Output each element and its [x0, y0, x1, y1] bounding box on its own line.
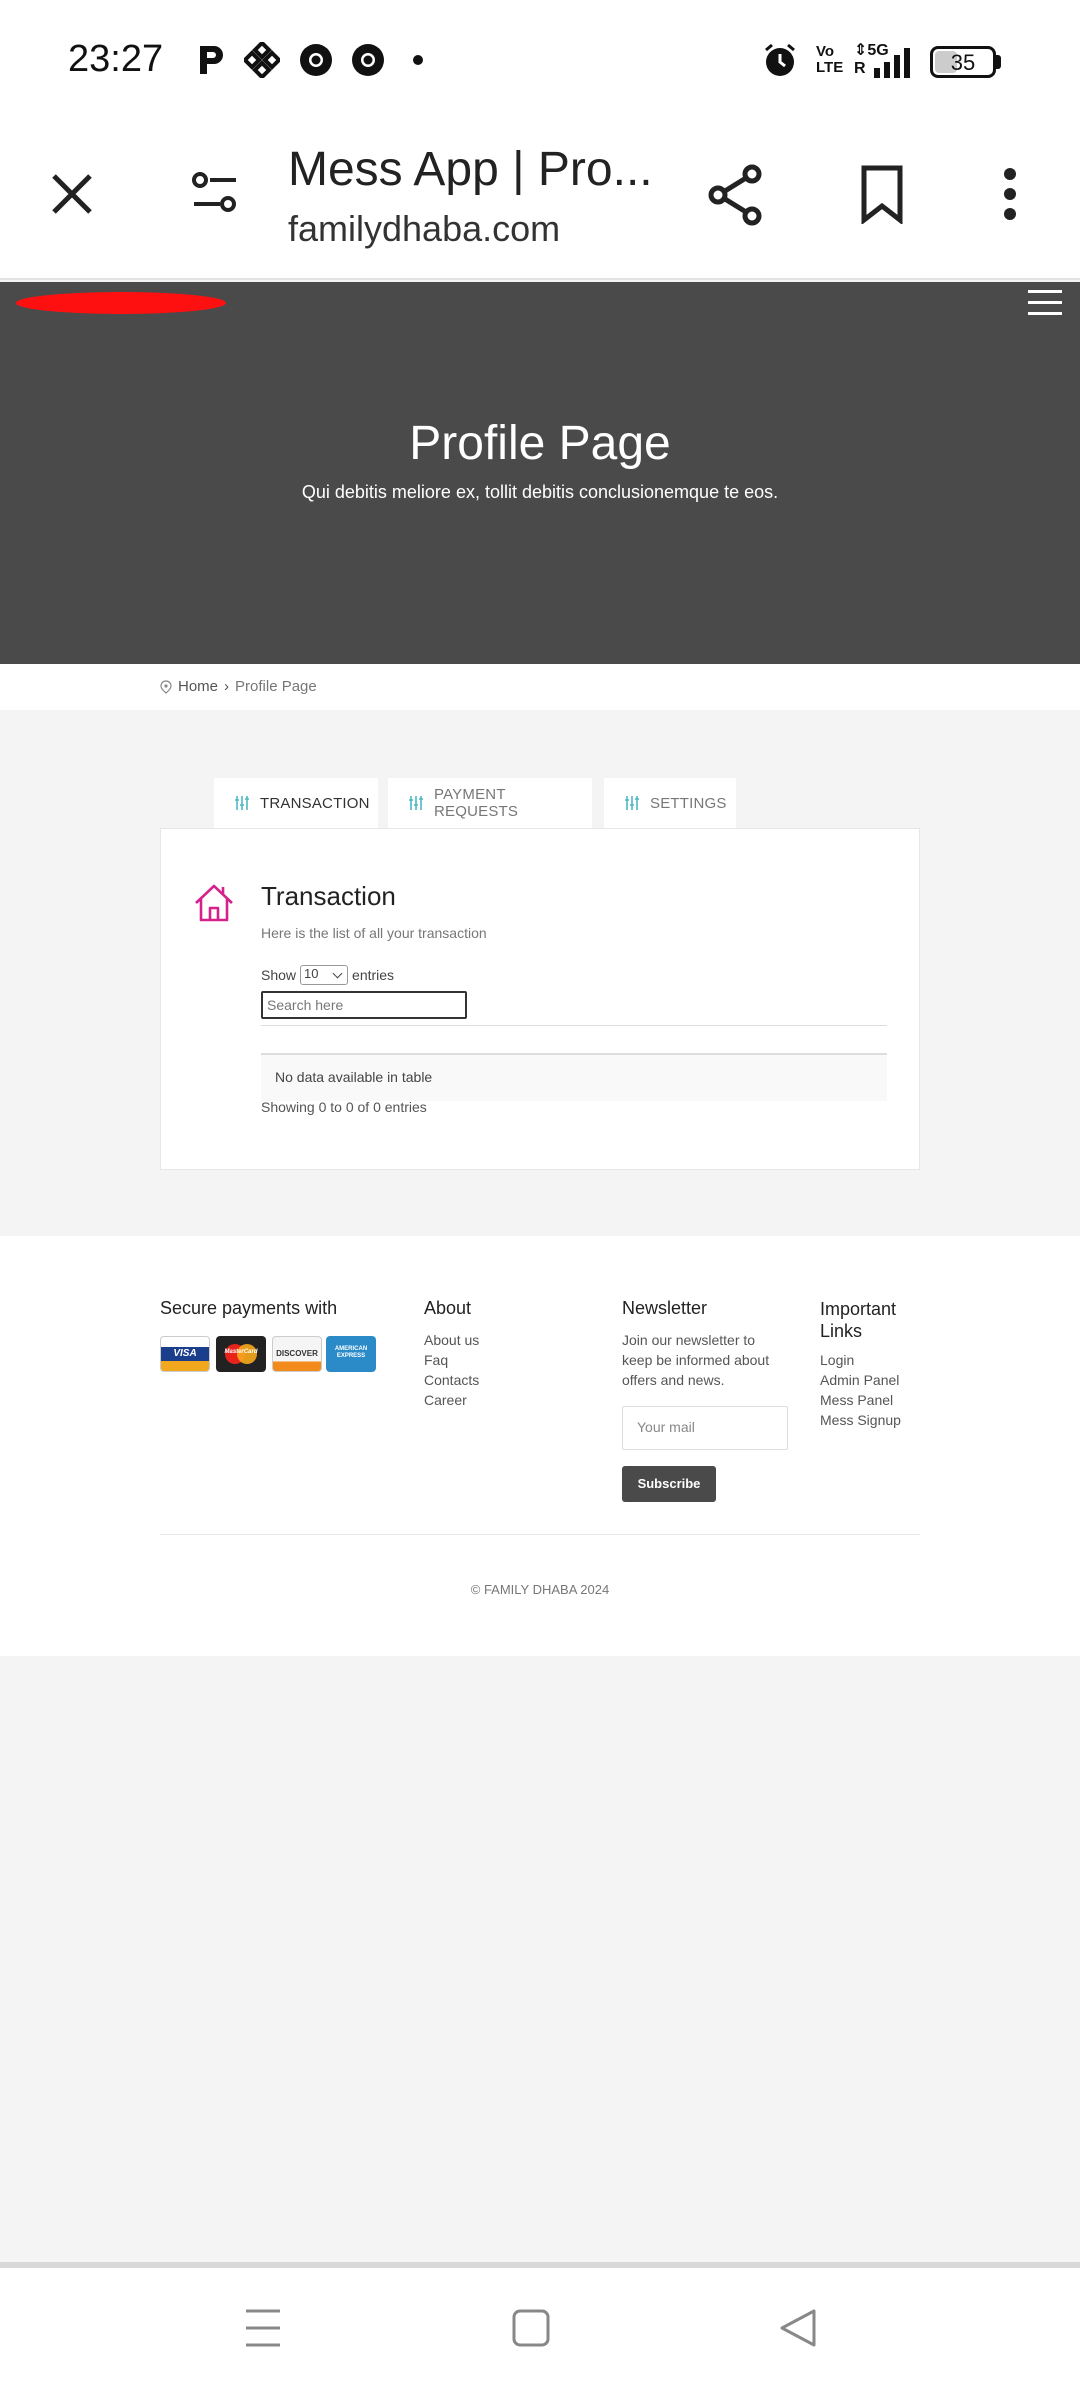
- mess-panel-link[interactable]: Mess Panel: [820, 1390, 901, 1410]
- section-subtitle: Here is the list of all your transaction: [261, 925, 487, 941]
- newsletter-heading: Newsletter: [622, 1298, 708, 1318]
- location-pin-icon: [160, 679, 172, 694]
- hero-subtitle: Qui debitis meliore ex, tollit debitis c…: [301, 482, 779, 502]
- payments-heading: Secure payments with: [160, 1298, 338, 1318]
- about-us-link[interactable]: About us: [424, 1330, 479, 1350]
- hamburger-menu-icon[interactable]: [1028, 290, 1062, 318]
- amex-card-icon: AMERICAN EXPRESS: [326, 1336, 376, 1372]
- app-notification-icon: [244, 42, 280, 78]
- show-label: Show: [261, 967, 297, 983]
- footer-divider: [160, 1534, 920, 1535]
- hero-banner: Profile Page Qui debitis meliore ex, tol…: [0, 282, 1080, 664]
- subscribe-button[interactable]: Subscribe: [622, 1466, 716, 1502]
- entries-select[interactable]: 10: [300, 965, 349, 985]
- important-links-heading: Important Links: [820, 1298, 896, 1342]
- volte-label-bottom: LTE: [816, 59, 844, 76]
- chrome-icon-2: [352, 44, 384, 76]
- transaction-panel: Transaction Here is the list of all your…: [160, 828, 920, 1170]
- about-heading: About: [424, 1298, 472, 1318]
- breadcrumb-home-link[interactable]: Home: [178, 678, 218, 695]
- volte-indicator: Vo LTE: [816, 44, 843, 76]
- mastercard-icon: MasterCard: [216, 1336, 266, 1372]
- table-info: Showing 0 to 0 of 0 entries: [261, 1099, 427, 1115]
- tab-payment-requests[interactable]: PAYMENT REQUESTS: [388, 778, 592, 828]
- sliders-icon: [625, 796, 639, 810]
- chrome-icon: [300, 44, 332, 76]
- search-input[interactable]: Search here: [261, 991, 467, 1019]
- admin-panel-link[interactable]: Admin Panel: [820, 1370, 901, 1390]
- important-heading-line-1: Important: [820, 1299, 897, 1319]
- home-icon: [195, 884, 233, 922]
- tab-label: PAYMENT REQUESTS: [434, 786, 519, 820]
- tab-settings[interactable]: SETTINGS: [604, 778, 736, 828]
- discover-card-label: DISCOVER: [276, 1349, 318, 1358]
- mess-signup-link[interactable]: Mess Signup: [820, 1410, 901, 1430]
- status-bar: 23:27 Vo LTE ⇕5G R 35: [0, 0, 1080, 120]
- login-link[interactable]: Login: [820, 1350, 901, 1370]
- data-arrows-icon: ⇕: [854, 42, 868, 59]
- volte-label-top: Vo: [816, 43, 835, 60]
- table-header-divider: [261, 1025, 887, 1026]
- empty-table-row: No data available in table: [261, 1053, 887, 1101]
- breadcrumb-separator: ›: [224, 678, 230, 695]
- sliders-icon: [235, 796, 249, 810]
- important-heading-line-2: Links: [820, 1321, 863, 1341]
- tab-transaction[interactable]: TRANSACTION: [214, 778, 378, 828]
- hero-title: Profile Page: [409, 417, 671, 470]
- visa-card-icon: VISA: [160, 1336, 210, 1372]
- signal-icon: [874, 48, 910, 78]
- parking-app-icon: [200, 46, 223, 74]
- faq-link[interactable]: Faq: [424, 1350, 479, 1370]
- breadcrumb-current: Profile Page: [235, 678, 317, 695]
- recent-apps-icon[interactable]: [244, 2308, 282, 2348]
- discover-card-icon: DISCOVER: [272, 1336, 322, 1372]
- battery-percent: 35: [950, 50, 976, 75]
- tab-label: SETTINGS: [650, 794, 727, 812]
- entries-select-value: 10: [304, 966, 319, 981]
- battery-tip: [996, 55, 1001, 69]
- status-time: 23:27: [68, 38, 164, 80]
- newsletter-text: Join our newsletter to keep be informed …: [622, 1332, 770, 1388]
- page-domain: familydhaba.com: [288, 208, 561, 249]
- site-settings-icon[interactable]: [190, 170, 240, 216]
- system-navigation-bar: [0, 2262, 1080, 2400]
- site-logo[interactable]: [16, 292, 226, 314]
- career-link[interactable]: Career: [424, 1390, 479, 1410]
- about-links: About us Faq Contacts Career: [424, 1330, 479, 1410]
- alarm-icon: [765, 43, 795, 76]
- page-title: Mess App | Pro...: [288, 143, 653, 196]
- newsletter-email-input[interactable]: Your mail: [622, 1406, 788, 1450]
- more-options-icon[interactable]: [1000, 166, 1020, 222]
- tab-label: TRANSACTION: [260, 794, 370, 812]
- share-icon[interactable]: [706, 164, 766, 226]
- close-icon[interactable]: [48, 170, 96, 218]
- home-button-icon[interactable]: [512, 2308, 550, 2348]
- footer: Secure payments with VISA MasterCard DIS…: [0, 1236, 1080, 1656]
- battery-icon: 35: [930, 46, 996, 78]
- browser-toolbar: Mess App | Pro... familydhaba.com: [0, 120, 1080, 280]
- back-icon[interactable]: [778, 2308, 818, 2348]
- more-notifications-dot-icon: [413, 55, 423, 65]
- entries-label: entries: [352, 967, 395, 983]
- section-title: Transaction: [261, 881, 396, 911]
- bookmark-icon[interactable]: [858, 164, 906, 224]
- breadcrumb: Home › Profile Page: [0, 664, 1080, 710]
- copyright-text: © FAMILY DHABA 2024: [470, 1582, 610, 1597]
- mastercard-label: MasterCard: [224, 1349, 258, 1355]
- sliders-icon: [409, 796, 423, 810]
- amex-card-label: AMERICAN EXPRESS: [334, 1346, 368, 1359]
- contacts-link[interactable]: Contacts: [424, 1370, 479, 1390]
- important-links: Login Admin Panel Mess Panel Mess Signup: [820, 1350, 901, 1430]
- entries-length-control: Show 10 entries: [261, 965, 394, 985]
- visa-card-label: VISA: [173, 1348, 197, 1359]
